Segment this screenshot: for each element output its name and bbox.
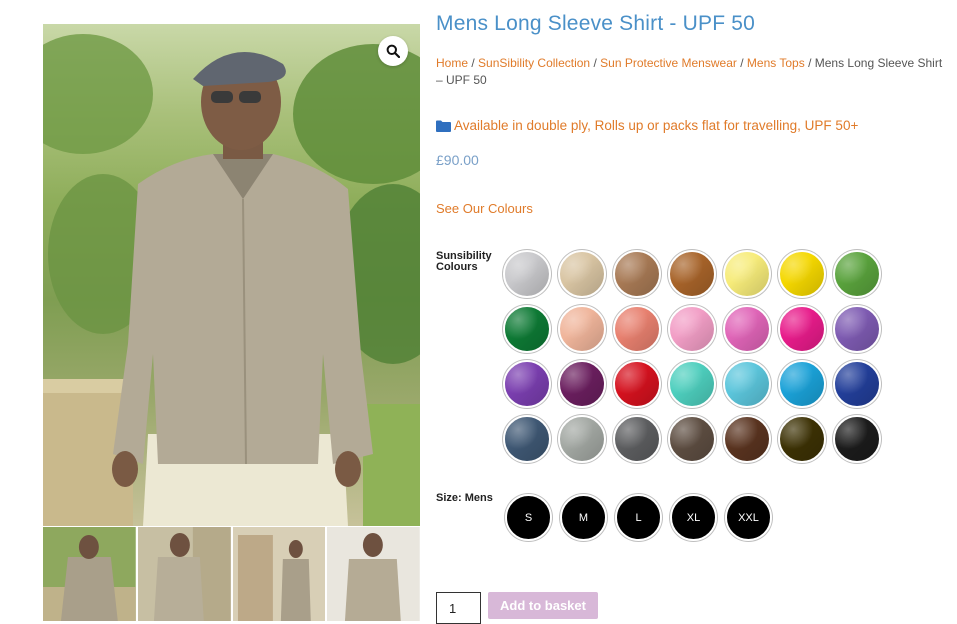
product-main-image[interactable] (43, 24, 420, 526)
thumbnail-strip (43, 527, 420, 621)
colour-swatch[interactable] (723, 305, 771, 353)
thumbnail-2[interactable] (137, 527, 231, 621)
colour-swatch[interactable] (833, 250, 881, 298)
size-label: Size: Mens (436, 492, 493, 504)
size-option-s[interactable]: S (505, 494, 552, 541)
thumbnail-3[interactable] (232, 527, 326, 621)
notice-text: Available in double ply, Rolls up or pac… (454, 118, 859, 133)
breadcrumb: Home / SunSibility Collection / Sun Prot… (436, 55, 946, 89)
breadcrumb-separator: / (740, 56, 744, 70)
colour-swatch-grid (503, 250, 881, 463)
breadcrumb-sun-protective-menswear[interactable]: Sun Protective Menswear (600, 56, 737, 70)
colour-swatch[interactable] (613, 305, 661, 353)
colour-swatch[interactable] (668, 360, 716, 408)
colour-swatch[interactable] (778, 250, 826, 298)
colour-swatch[interactable] (558, 360, 606, 408)
search-icon (386, 44, 400, 58)
colour-swatch[interactable] (668, 305, 716, 353)
size-options: S M L XL XXL (505, 494, 772, 541)
thumbnail-1[interactable] (43, 527, 136, 621)
colour-swatch[interactable] (833, 415, 881, 463)
colour-swatch[interactable] (723, 250, 771, 298)
colour-swatch[interactable] (613, 250, 661, 298)
colour-swatch[interactable] (503, 415, 551, 463)
product-title: Mens Long Sleeve Shirt - UPF 50 (436, 12, 756, 35)
colour-swatch[interactable] (503, 305, 551, 353)
colour-swatch[interactable] (558, 415, 606, 463)
colour-swatch[interactable] (778, 415, 826, 463)
product-price: £90.00 (436, 152, 479, 168)
folder-icon (436, 120, 451, 132)
breadcrumb-separator: / (593, 56, 597, 70)
breadcrumb-separator: / (471, 56, 475, 70)
colour-swatch[interactable] (503, 360, 551, 408)
zoom-button[interactable] (378, 36, 408, 66)
product-photo (43, 34, 420, 526)
colour-swatch[interactable] (833, 305, 881, 353)
add-to-basket-button[interactable]: Add to basket (488, 592, 598, 619)
colours-label: Sunsibility Colours (436, 250, 492, 273)
breadcrumb-home[interactable]: Home (436, 56, 468, 70)
colour-swatch[interactable] (613, 415, 661, 463)
breadcrumb-mens-tops[interactable]: Mens Tops (747, 56, 805, 70)
size-option-m[interactable]: M (560, 494, 607, 541)
colour-swatch[interactable] (723, 360, 771, 408)
breadcrumb-separator: / (808, 56, 812, 70)
size-option-xxl[interactable]: XXL (725, 494, 772, 541)
colour-swatch[interactable] (723, 415, 771, 463)
colour-swatch[interactable] (778, 360, 826, 408)
breadcrumb-sunsibility-collection[interactable]: SunSibility Collection (478, 56, 590, 70)
colour-swatch[interactable] (558, 305, 606, 353)
size-option-xl[interactable]: XL (670, 494, 717, 541)
colour-swatch[interactable] (613, 360, 661, 408)
see-colours-link[interactable]: See Our Colours (436, 201, 533, 216)
colour-swatch[interactable] (668, 415, 716, 463)
size-option-l[interactable]: L (615, 494, 662, 541)
colour-swatch[interactable] (668, 250, 716, 298)
colour-swatch[interactable] (833, 360, 881, 408)
thumbnail-4[interactable] (327, 527, 420, 621)
colour-swatch[interactable] (778, 305, 826, 353)
product-notice: Available in double ply, Rolls up or pac… (436, 118, 858, 133)
quantity-input[interactable] (436, 592, 481, 624)
colour-swatch[interactable] (558, 250, 606, 298)
colour-swatch[interactable] (503, 250, 551, 298)
